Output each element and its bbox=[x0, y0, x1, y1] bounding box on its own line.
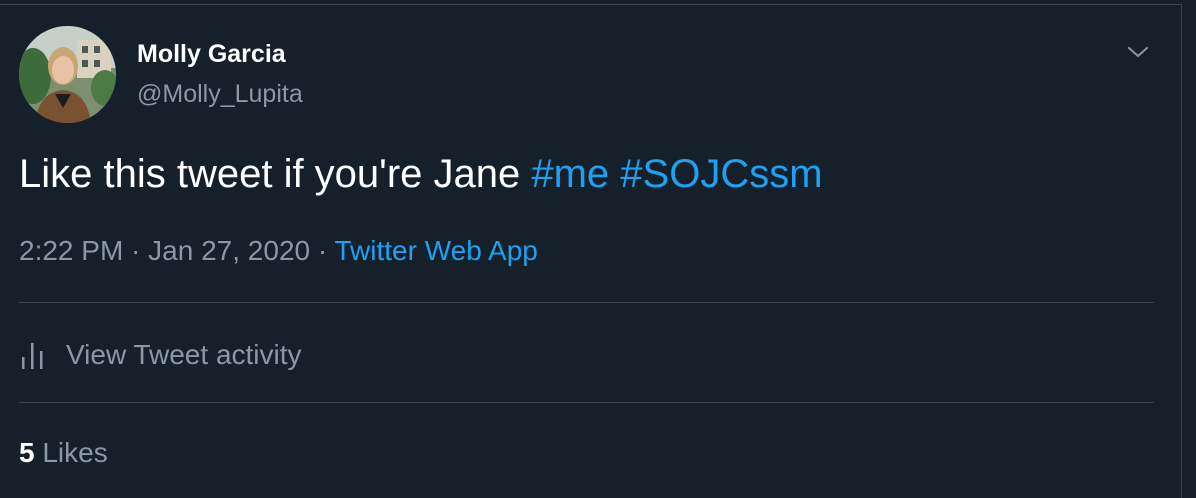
likes-count: 5 bbox=[19, 437, 35, 468]
tweet-body: Like this tweet if you're Jane bbox=[19, 152, 532, 196]
top-border bbox=[0, 4, 1182, 5]
view-tweet-activity-label: View Tweet activity bbox=[66, 339, 302, 370]
tweet-source[interactable]: Twitter Web App bbox=[334, 235, 537, 266]
avatar-image bbox=[19, 26, 116, 123]
divider bbox=[19, 302, 1154, 303]
avatar[interactable] bbox=[19, 26, 116, 123]
hashtag-me[interactable]: #me bbox=[531, 152, 609, 196]
tweet-date[interactable]: Jan 27, 2020 bbox=[148, 235, 310, 266]
bar-chart-icon bbox=[22, 343, 43, 369]
hashtag-sojcssm[interactable]: #SOJCssm bbox=[620, 152, 822, 196]
likes-label: Likes bbox=[42, 437, 108, 468]
view-tweet-activity-button[interactable]: View Tweet activity bbox=[19, 335, 302, 375]
likes-link[interactable]: 5 Likes bbox=[19, 437, 108, 469]
author-handle[interactable]: @Molly_Lupita bbox=[137, 80, 303, 109]
right-border bbox=[1181, 4, 1182, 498]
author-name[interactable]: Molly Garcia bbox=[137, 40, 286, 69]
tweet-meta: 2:22 PM · Jan 27, 2020 · Twitter Web App bbox=[19, 235, 538, 267]
divider bbox=[19, 402, 1154, 403]
meta-separator: · bbox=[123, 235, 149, 266]
meta-separator: · bbox=[310, 235, 335, 266]
tweet-text: Like this tweet if you're Jane #me #SOJC… bbox=[19, 152, 823, 197]
chevron-down-icon[interactable] bbox=[1126, 40, 1150, 64]
tweet-time[interactable]: 2:22 PM bbox=[19, 235, 123, 266]
